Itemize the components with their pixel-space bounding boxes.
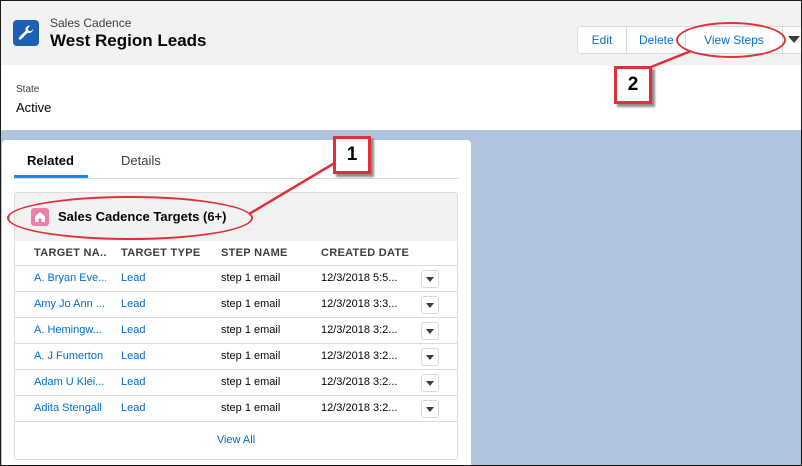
highlights-panel: State Active: [1, 65, 801, 130]
target-type-link[interactable]: Lead: [121, 298, 211, 310]
created-date-cell: 12/3/2018 3:3...: [321, 298, 398, 310]
row-actions-button[interactable]: [421, 296, 439, 314]
callout-number-1: 1: [333, 136, 371, 174]
chevron-down-icon: [426, 407, 434, 412]
row-actions-button[interactable]: [421, 270, 439, 288]
step-name-cell: step 1 email: [221, 402, 281, 414]
table-row: A. Bryan Eve... Lead step 1 email 12/3/2…: [15, 265, 457, 291]
row-actions-button[interactable]: [421, 322, 439, 340]
table-header-row: TARGET NA... TARGET TYPE STEP NAME CREAT…: [15, 241, 457, 265]
step-name-cell: step 1 email: [221, 272, 281, 284]
target-name-link[interactable]: Adita Stengall: [34, 402, 106, 414]
table-row: Adam U Klei... Lead step 1 email 12/3/20…: [15, 369, 457, 395]
callout-number-2: 2: [614, 66, 652, 104]
column-header-target-name[interactable]: TARGET NA...: [34, 247, 106, 259]
object-label: Sales Cadence: [50, 16, 132, 30]
tab-details[interactable]: Details: [121, 153, 161, 168]
target-name-link[interactable]: A. Hemingw...: [34, 324, 106, 336]
column-header-step-name[interactable]: STEP NAME: [221, 247, 311, 259]
edit-button[interactable]: Edit: [578, 27, 627, 53]
record-title: West Region Leads: [50, 31, 207, 50]
state-label: State: [16, 84, 40, 95]
created-date-cell: 12/3/2018 3:2...: [321, 402, 398, 414]
callout-highlight-targets: [7, 196, 253, 240]
chevron-down-icon: [426, 303, 434, 308]
step-name-cell: step 1 email: [221, 350, 281, 362]
chevron-down-icon: [426, 381, 434, 386]
chevron-down-icon: [426, 277, 434, 282]
state-value: Active: [16, 100, 52, 115]
step-name-cell: step 1 email: [221, 376, 281, 388]
target-type-link[interactable]: Lead: [121, 376, 211, 388]
tab-bar: Related Details: [14, 140, 459, 179]
row-actions-button[interactable]: [421, 374, 439, 392]
table-row: A. J Fumerton Lead step 1 email 12/3/201…: [15, 343, 457, 369]
view-all-link[interactable]: View All: [15, 434, 457, 446]
column-header-created-date[interactable]: CREATED DATE: [321, 247, 409, 259]
chevron-down-icon: [426, 329, 434, 334]
table-row: Adita Stengall Lead step 1 email 12/3/20…: [15, 395, 457, 421]
target-name-link[interactable]: Amy Jo Ann ...: [34, 298, 106, 310]
table-row: A. Hemingw... Lead step 1 email 12/3/201…: [15, 317, 457, 343]
row-actions-button[interactable]: [421, 400, 439, 418]
step-name-cell: step 1 email: [221, 298, 281, 310]
table-row: Amy Jo Ann ... Lead step 1 email 12/3/20…: [15, 291, 457, 317]
targets-table: TARGET NA... TARGET TYPE STEP NAME CREAT…: [15, 241, 457, 421]
wrench-icon: [13, 20, 39, 46]
chevron-down-icon: [788, 36, 800, 43]
target-type-link[interactable]: Lead: [121, 350, 211, 362]
created-date-cell: 12/3/2018 5:5...: [321, 272, 398, 284]
active-tab-indicator: [14, 175, 88, 178]
column-header-target-type[interactable]: TARGET TYPE: [121, 247, 211, 259]
row-actions-button[interactable]: [421, 348, 439, 366]
target-name-link[interactable]: A. J Fumerton: [34, 350, 106, 362]
target-type-link[interactable]: Lead: [121, 272, 211, 284]
step-name-cell: step 1 email: [221, 324, 281, 336]
related-list-footer: View All: [15, 421, 457, 460]
created-date-cell: 12/3/2018 3:2...: [321, 376, 398, 388]
chevron-down-icon: [426, 355, 434, 360]
callout-highlight-view-steps: [676, 22, 786, 58]
related-panel: Related Details Sales Cadence Targets (6…: [2, 140, 471, 465]
target-name-link[interactable]: A. Bryan Eve...: [34, 272, 106, 284]
created-date-cell: 12/3/2018 3:2...: [321, 350, 398, 362]
tab-related[interactable]: Related: [27, 153, 74, 168]
created-date-cell: 12/3/2018 3:2...: [321, 324, 398, 336]
target-type-link[interactable]: Lead: [121, 402, 211, 414]
app-frame: Sales Cadence West Region Leads Edit Del…: [0, 0, 802, 466]
target-type-link[interactable]: Lead: [121, 324, 211, 336]
target-name-link[interactable]: Adam U Klei...: [34, 376, 106, 388]
